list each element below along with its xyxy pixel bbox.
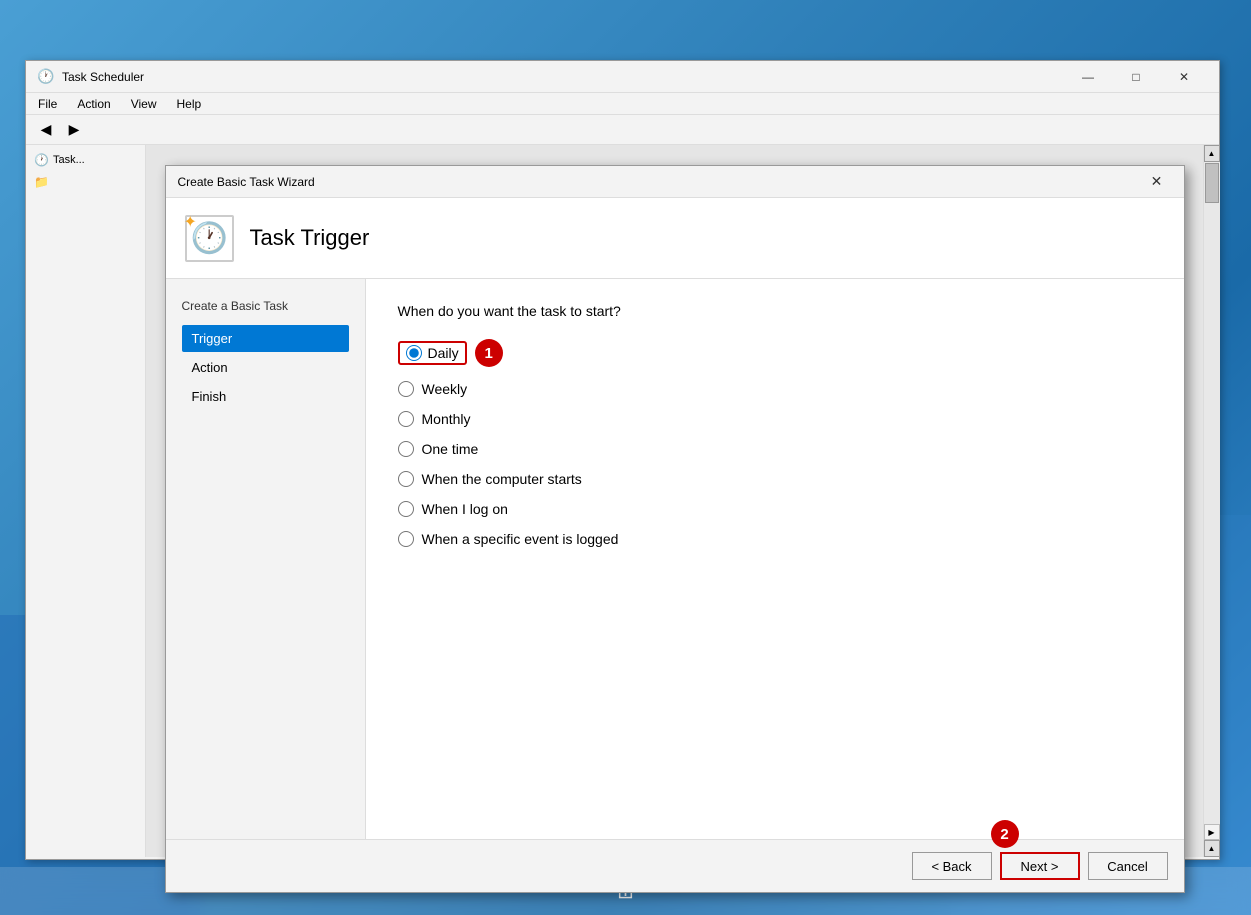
step2-badge: 2 [991,820,1019,848]
radio-option-log-on[interactable]: When I log on [398,501,1152,517]
radio-log-on[interactable] [398,501,414,517]
dialog-title: Create Basic Task Wizard [178,175,1142,189]
dialog-header-title: Task Trigger [250,225,370,251]
scroll-track[interactable] [1204,162,1220,824]
main-content: Create Basic Task Wizard ✕ ✦ 🕐 Task Trig… [146,145,1203,857]
cancel-button[interactable]: Cancel [1088,852,1168,880]
radio-option-computer-starts[interactable]: When the computer starts [398,471,1152,487]
dialog-body: Create a Basic Task Trigger Action Finis… [166,279,1184,839]
scrollbar-right: ▲ ▶ ▲ [1203,145,1219,857]
scroll-thumb [1205,163,1219,203]
radio-option-monthly[interactable]: Monthly [398,411,1152,427]
task-scheduler-window: 🕐 Task Scheduler — □ ✕ File Action View … [25,60,1220,860]
menu-help[interactable]: Help [169,95,210,113]
scroll-expand-arrow[interactable]: ▶ [1204,824,1220,840]
wizard-nav-action[interactable]: Action [182,354,349,381]
minimize-button[interactable]: — [1065,63,1111,91]
radio-log-on-label: When I log on [422,501,508,517]
dialog-header: ✦ 🕐 Task Trigger [166,198,1184,279]
create-basic-task-dialog: Create Basic Task Wizard ✕ ✦ 🕐 Task Trig… [165,165,1185,893]
toolbar-forward-button[interactable]: ▶ [62,119,86,141]
dialog-overlay: Create Basic Task Wizard ✕ ✦ 🕐 Task Trig… [146,145,1203,857]
sidebar-task-label: Task... [53,154,85,166]
dialog-titlebar: Create Basic Task Wizard ✕ [166,166,1184,198]
radio-computer-starts-label: When the computer starts [422,471,582,487]
window-toolbar: ◀ ▶ [26,115,1219,145]
window-icon: 🕐 [38,69,54,85]
menu-view[interactable]: View [123,95,165,113]
radio-daily[interactable] [406,345,422,361]
wizard-nav-section-label: Create a Basic Task [182,299,349,313]
scroll-down-arrow[interactable]: ▲ [1204,840,1220,857]
radio-one-time-label: One time [422,441,479,457]
sidebar-item-folder[interactable]: 📁 [26,171,145,193]
clock-icon: 🕐 [34,153,49,167]
radio-option-one-time[interactable]: One time [398,441,1152,457]
radio-monthly-label: Monthly [422,411,471,427]
back-button[interactable]: < Back [912,852,992,880]
menu-action[interactable]: Action [69,95,118,113]
folder-icon: 📁 [34,175,49,189]
radio-weekly[interactable] [398,381,414,397]
radio-event-logged-label: When a specific event is logged [422,531,619,547]
radio-option-event-logged[interactable]: When a specific event is logged [398,531,1152,547]
wizard-nav-trigger[interactable]: Trigger [182,325,349,352]
maximize-button[interactable]: □ [1113,63,1159,91]
radio-option-weekly[interactable]: Weekly [398,381,1152,397]
window-controls: — □ ✕ [1065,63,1207,91]
scroll-up-arrow[interactable]: ▲ [1204,145,1220,162]
radio-daily-label: Daily [428,345,459,361]
wizard-nav-finish[interactable]: Finish [182,383,349,410]
sidebar-panel: 🕐 Task... 📁 [26,145,146,857]
window-close-button[interactable]: ✕ [1161,63,1207,91]
radio-one-time[interactable] [398,441,414,457]
daily-highlight-box: Daily [398,341,467,365]
wizard-nav: Create a Basic Task Trigger Action Finis… [166,279,366,839]
wizard-question: When do you want the task to start? [398,303,1152,319]
step2-badge-container: 2 [991,820,1019,848]
radio-weekly-label: Weekly [422,381,468,397]
sidebar-item-task[interactable]: 🕐 Task... [26,149,145,171]
window-menubar: File Action View Help [26,93,1219,115]
dialog-header-icon: ✦ 🕐 [186,214,234,262]
header-star-icon: ✦ [184,212,197,232]
radio-event-logged[interactable] [398,531,414,547]
radio-option-daily[interactable]: Daily 1 [398,339,1152,367]
window-content: 🕐 Task... 📁 Create Basic Task Wizard ✕ [26,145,1219,857]
dialog-footer: 2 < Back Next > Cancel [166,839,1184,892]
radio-computer-starts[interactable] [398,471,414,487]
step1-badge: 1 [475,339,503,367]
wizard-content: When do you want the task to start? Dail… [366,279,1184,839]
window-title: Task Scheduler [62,70,1057,84]
radio-monthly[interactable] [398,411,414,427]
dialog-close-button[interactable]: ✕ [1142,171,1172,193]
menu-file[interactable]: File [30,95,65,113]
window-titlebar: 🕐 Task Scheduler — □ ✕ [26,61,1219,93]
toolbar-back-button[interactable]: ◀ [34,119,58,141]
next-button[interactable]: Next > [1000,852,1080,880]
